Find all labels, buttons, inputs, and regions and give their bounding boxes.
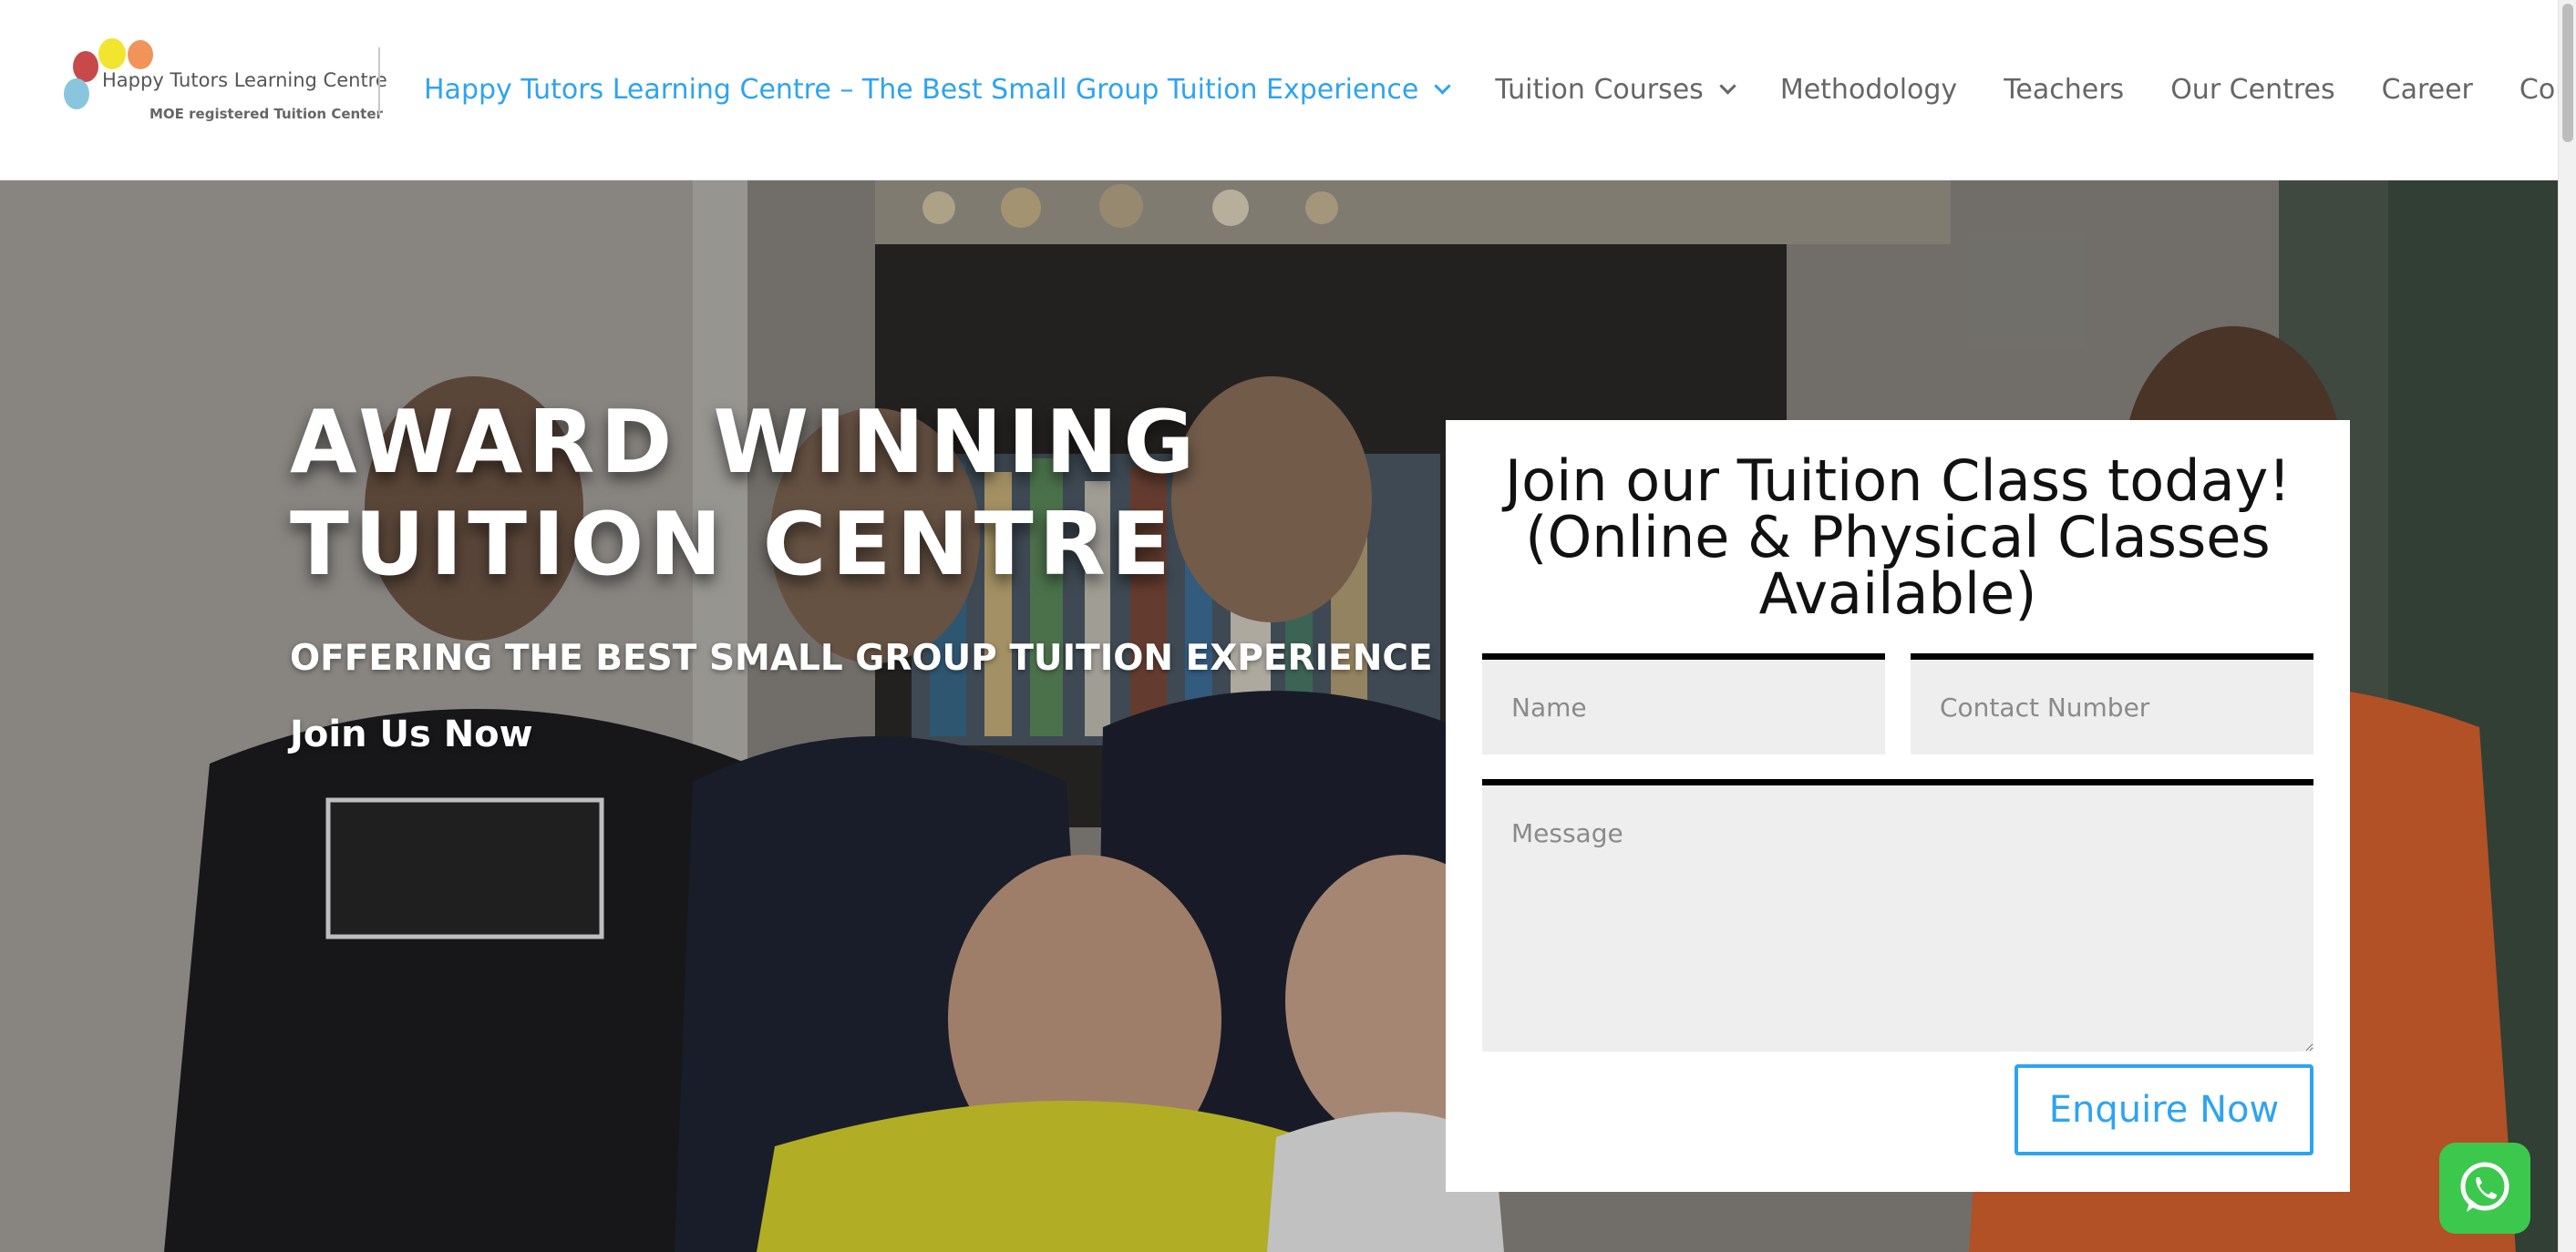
nav-item-tuition-courses[interactable]: Tuition Courses <box>1495 73 1736 106</box>
nav-item-home[interactable]: Happy Tutors Learning Centre – The Best … <box>424 73 1452 106</box>
nav-item-label: Tuition Courses <box>1495 73 1704 106</box>
main-nav: Happy Tutors Learning Centre – The Best … <box>424 69 2576 109</box>
message-textarea[interactable] <box>1482 779 2313 1052</box>
nav-item-label: Happy Tutors Learning Centre – The Best … <box>424 73 1419 106</box>
logo-divider <box>378 47 380 115</box>
hero-heading: AWARD WINNING TUITION CENTRE <box>290 392 1384 596</box>
nav-item-methodology[interactable]: Methodology <box>1780 74 1957 106</box>
hero-heading-line-2: TUITION CENTRE <box>290 495 1176 595</box>
logo-blue-dot <box>64 78 89 109</box>
name-input[interactable] <box>1482 653 1885 754</box>
whatsapp-button[interactable] <box>2439 1143 2530 1234</box>
logo-red-dot <box>73 51 98 82</box>
logo-yellow-dot <box>98 38 126 69</box>
hero-heading-line-1: AWARD WINNING <box>290 393 1200 493</box>
chevron-down-icon <box>1434 77 1452 95</box>
enquiry-form: Join our Tuition Class today! (Online & … <box>1446 420 2350 1192</box>
nav-item-label: Methodology <box>1779 73 1958 106</box>
contact-number-input[interactable] <box>1911 653 2313 754</box>
logo-title: Happy Tutors Learning Centre <box>102 69 387 91</box>
nav-item-label: Our Centres <box>2170 73 2335 106</box>
nav-item-career[interactable]: Career <box>2382 74 2473 106</box>
nav-item-our-centres[interactable]: Our Centres <box>2170 74 2334 106</box>
site-logo[interactable]: Happy Tutors Learning Centre MOE registe… <box>60 35 387 126</box>
logo-tagline: MOE registered Tuition Center <box>149 106 383 122</box>
form-title: Join our Tuition Class today! (Online & … <box>1464 453 2332 622</box>
enquire-now-button[interactable]: Enquire Now <box>2014 1064 2313 1155</box>
nav-item-label: Teachers <box>2004 73 2125 106</box>
form-title-line-3: Available) <box>1758 560 2037 627</box>
page-scrollbar[interactable] <box>2558 0 2576 1252</box>
whatsapp-icon <box>2460 1162 2509 1212</box>
logo-orange-dot <box>128 40 153 69</box>
nav-item-label: Career <box>2381 73 2473 106</box>
hero-subheading: OFFERING THE BEST SMALL GROUP TUITION EX… <box>290 638 1433 679</box>
scrollbar-thumb[interactable] <box>2562 4 2573 142</box>
site-header: Happy Tutors Learning Centre MOE registe… <box>0 0 2576 180</box>
nav-item-teachers[interactable]: Teachers <box>2004 74 2124 106</box>
join-us-now-link[interactable]: Join Us Now <box>290 713 533 755</box>
chevron-down-icon <box>1719 77 1736 95</box>
